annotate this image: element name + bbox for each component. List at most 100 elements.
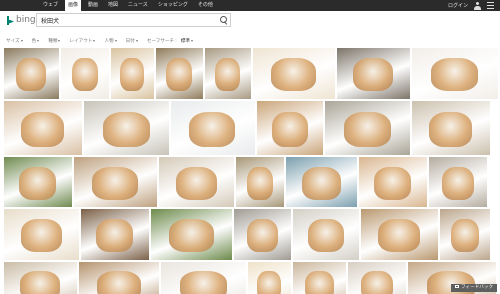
image-result[interactable] [412, 48, 498, 99]
filter-people[interactable]: 人物 [104, 38, 117, 46]
feedback-icon [455, 285, 459, 288]
filter-label: 日付 [125, 39, 135, 44]
image-result[interactable] [111, 48, 154, 99]
dog-photo [19, 167, 56, 200]
filter-label: レイアウト [69, 39, 93, 44]
dog-photo [16, 58, 46, 91]
image-result[interactable] [348, 262, 406, 294]
nav-news[interactable]: ニュース [123, 0, 153, 11]
filter-safesearch-value[interactable]: 標準 [181, 38, 193, 46]
filter-bar: サイズ 色 種類 レイアウト 人物 日付 セーフサーチ: 標準 [6, 38, 202, 46]
filter-label: サイズ [6, 39, 20, 44]
image-result[interactable] [61, 48, 109, 99]
dog-photo [302, 167, 341, 200]
top-right: ログイン [448, 0, 494, 11]
user-icon[interactable] [474, 1, 481, 10]
dog-photo [92, 167, 138, 200]
dog-photo [166, 58, 192, 91]
feedback-label: フィードバック [461, 285, 494, 290]
image-result[interactable] [359, 157, 427, 207]
nav-shopping[interactable]: ショッピング [153, 0, 193, 11]
nav-images[interactable]: 画像 [65, 0, 82, 11]
image-result[interactable] [293, 262, 346, 294]
filter-layout[interactable]: レイアウト [69, 38, 96, 46]
dog-photo [103, 112, 150, 147]
filter-color[interactable]: 色 [32, 38, 40, 46]
nav-videos[interactable]: 動画 [83, 0, 103, 11]
image-result[interactable] [325, 101, 410, 155]
dog-photo [176, 167, 217, 200]
image-result[interactable] [4, 209, 79, 260]
image-result[interactable] [151, 209, 232, 260]
filter-date[interactable]: 日付 [126, 38, 138, 46]
filter-label: セーフサーチ [146, 39, 175, 44]
chevron-down-icon [37, 39, 40, 42]
image-result[interactable] [4, 48, 59, 99]
dog-photo [431, 58, 478, 91]
dog-photo [353, 58, 393, 91]
bing-logo-icon [7, 15, 14, 25]
filter-type[interactable]: 種類 [48, 38, 61, 46]
chevron-down-icon [93, 39, 96, 42]
search-box [36, 13, 231, 27]
dog-photo [21, 112, 64, 147]
bing-logo[interactable]: bing [7, 15, 36, 25]
menu-icon[interactable] [487, 2, 494, 9]
nav-more[interactable]: その他 [193, 0, 218, 11]
dog-photo [361, 271, 393, 294]
image-result[interactable] [79, 262, 159, 294]
image-result[interactable] [4, 157, 72, 207]
dog-photo [180, 271, 227, 294]
dog-photo [271, 58, 316, 91]
dog-photo [272, 112, 308, 147]
dog-photo [72, 58, 98, 91]
chevron-down-icon [20, 39, 23, 42]
search-icon[interactable] [219, 16, 228, 25]
dog-photo [21, 219, 62, 252]
image-result[interactable] [412, 101, 490, 155]
dog-photo [247, 167, 273, 200]
nav-web[interactable]: ウェブ [38, 0, 63, 11]
image-result[interactable] [236, 157, 284, 207]
filter-size[interactable]: サイズ [6, 38, 23, 46]
image-result[interactable] [84, 101, 169, 155]
image-result[interactable] [234, 209, 291, 260]
image-result[interactable] [205, 48, 251, 99]
dog-photo [120, 58, 144, 91]
image-result[interactable] [156, 48, 203, 99]
dog-photo [20, 271, 60, 294]
chevron-down-icon [190, 39, 193, 42]
login-link[interactable]: ログイン [448, 2, 468, 9]
filter-label: 色 [31, 39, 37, 44]
image-result[interactable] [293, 209, 359, 260]
image-result[interactable] [253, 48, 335, 99]
image-result[interactable] [248, 262, 291, 294]
filter-label: 標準 [180, 39, 190, 44]
image-result[interactable] [286, 157, 357, 207]
search-input[interactable] [41, 15, 211, 25]
image-result[interactable] [429, 157, 487, 207]
filter-safesearch[interactable]: セーフサーチ: [147, 38, 177, 46]
feedback-button[interactable]: フィードバック [451, 284, 497, 292]
chevron-down-icon [114, 39, 117, 42]
dog-photo [169, 219, 214, 252]
image-result[interactable] [4, 101, 82, 155]
dog-photo [97, 271, 141, 294]
image-result[interactable] [257, 101, 323, 155]
dog-photo [378, 219, 420, 252]
image-result[interactable] [171, 101, 255, 155]
image-result[interactable] [4, 262, 77, 294]
dog-photo [305, 271, 334, 294]
image-result[interactable] [81, 209, 149, 260]
nav-maps[interactable]: 地図 [103, 0, 123, 11]
dog-photo [308, 219, 344, 252]
image-result[interactable] [361, 209, 438, 260]
dog-photo [215, 58, 240, 91]
image-result[interactable] [161, 262, 246, 294]
image-result[interactable] [440, 209, 490, 260]
dog-photo [344, 112, 391, 147]
image-result[interactable] [159, 157, 234, 207]
image-result[interactable] [74, 157, 157, 207]
top-nav: ウェブ 画像 動画 地図 ニュース ショッピング その他 [38, 0, 218, 11]
image-result[interactable] [337, 48, 410, 99]
